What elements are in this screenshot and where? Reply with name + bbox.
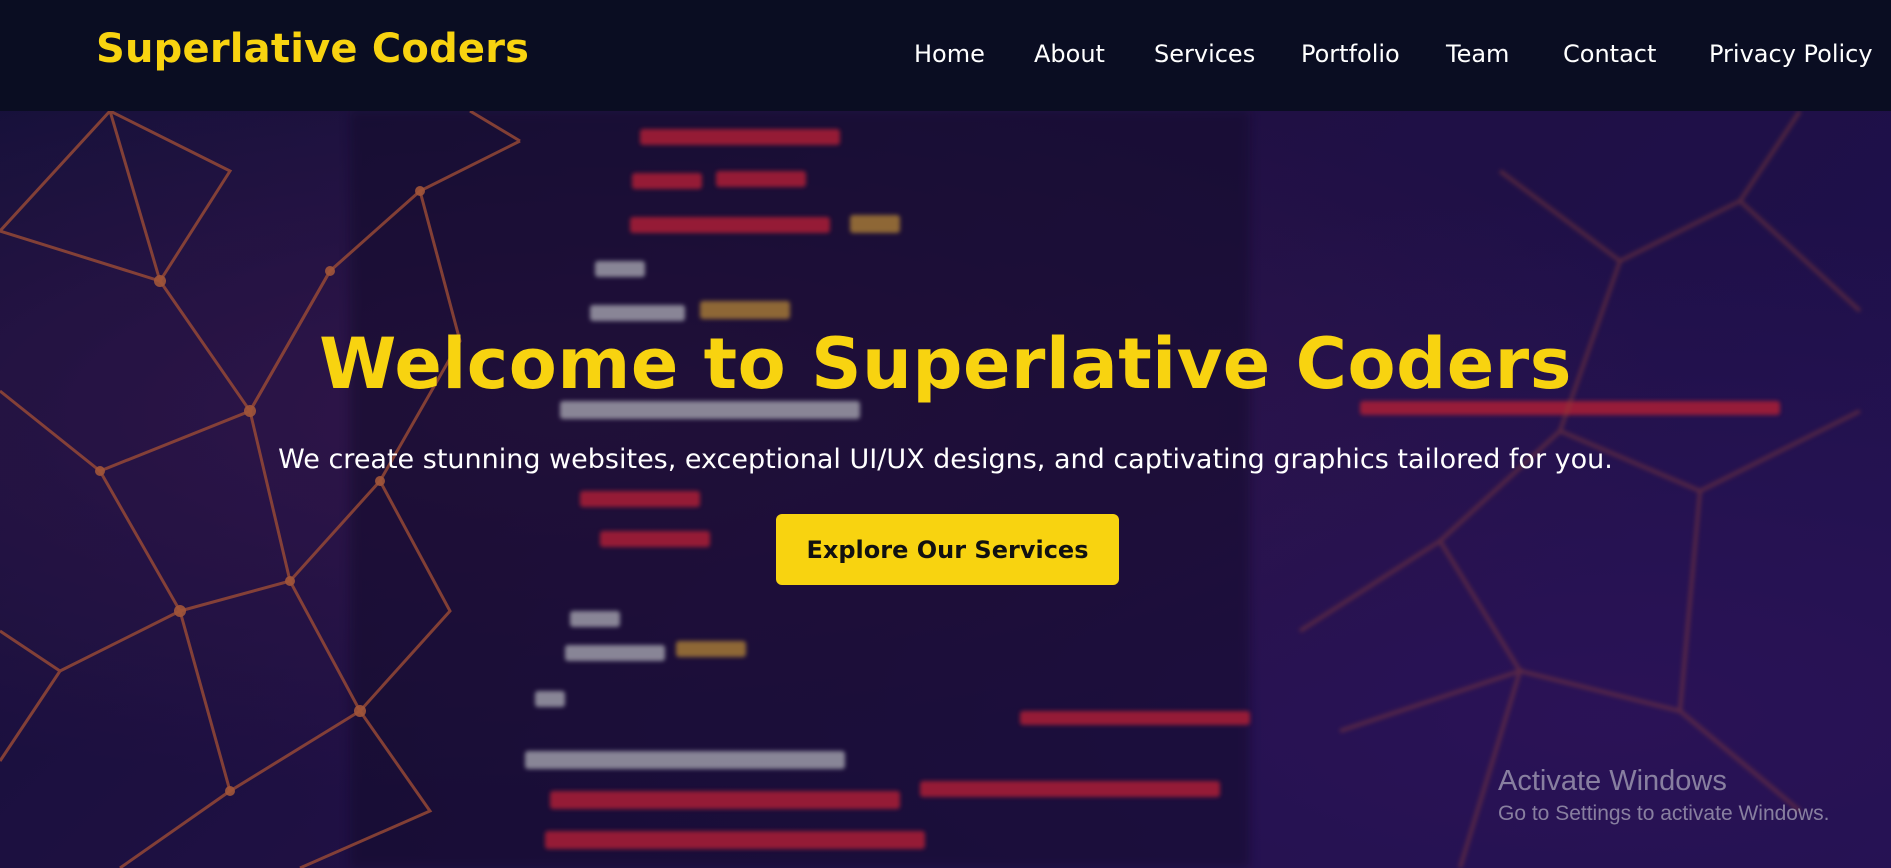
watermark-title: Activate Windows — [1498, 765, 1727, 797]
nav-link-home[interactable]: Home — [914, 40, 985, 68]
hero-overlay — [0, 111, 1891, 868]
nav-link-privacy-policy[interactable]: Privacy Policy — [1709, 40, 1873, 68]
hero-section: Welcome to Superlative Coders We create … — [0, 111, 1891, 868]
nav-menu: Home About Services Portfolio Team Conta… — [0, 40, 1891, 72]
hero-title: Welcome to Superlative Coders — [319, 323, 1572, 405]
nav-link-contact[interactable]: Contact — [1563, 40, 1656, 68]
windows-activation-watermark: Activate Windows Go to Settings to activ… — [1498, 764, 1830, 828]
watermark-subtitle: Go to Settings to activate Windows. — [1498, 802, 1830, 825]
nav-link-services[interactable]: Services — [1154, 40, 1255, 68]
hero-subtitle: We create stunning websites, exceptional… — [278, 444, 1613, 475]
nav-link-about[interactable]: About — [1034, 40, 1105, 68]
nav-link-team[interactable]: Team — [1446, 40, 1509, 68]
top-navbar: Superlative Coders Home About Services P… — [0, 0, 1891, 111]
explore-services-button[interactable]: Explore Our Services — [776, 514, 1119, 585]
nav-link-portfolio[interactable]: Portfolio — [1301, 40, 1400, 68]
